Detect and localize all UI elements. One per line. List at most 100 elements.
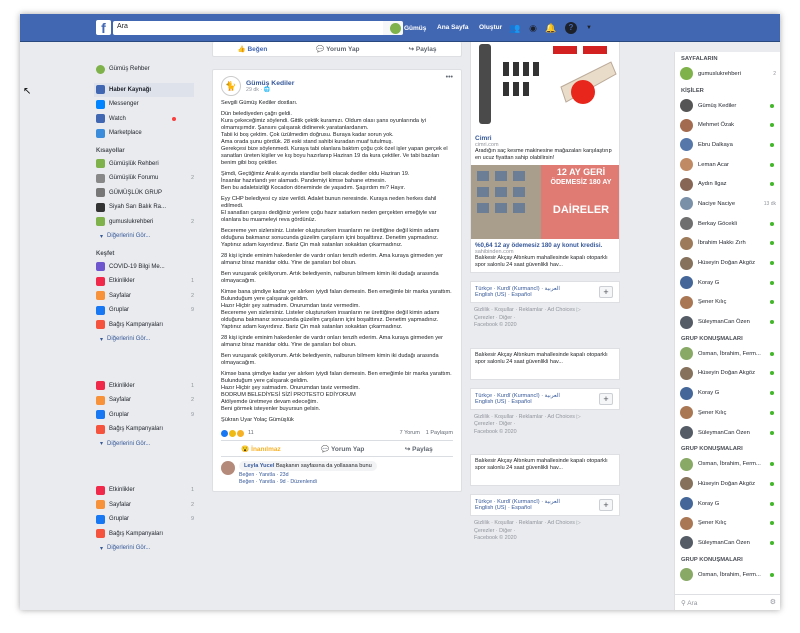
footer-links-2[interactable]: Çerezler · Diğer · bbox=[474, 421, 616, 429]
chat-contact[interactable]: Hüseyin Doğan Akgöz bbox=[675, 364, 780, 384]
share-button[interactable]: ↪ Paylaş bbox=[405, 445, 433, 453]
language-list-2[interactable]: English (US) · Español bbox=[475, 292, 615, 298]
footer-links[interactable]: Gizlilik · Koşullar · Reklamlar · Ad Cho… bbox=[474, 520, 616, 528]
sidebar-item-explore-b-1[interactable]: Sayfalar 2 bbox=[94, 393, 194, 408]
chat-contact[interactable]: Şener Kılıç bbox=[675, 513, 780, 533]
help-icon[interactable]: ? bbox=[565, 22, 577, 34]
ad-title[interactable]: Cimri bbox=[475, 135, 615, 142]
comment-author[interactable]: Leyla Yucel bbox=[244, 463, 274, 469]
ad-fragment-2[interactable]: Balıkesir Akçay Altınkum mahallesinde ka… bbox=[470, 454, 620, 486]
sidebar-item-shortcut-1[interactable]: Gümüşlük Forumu 2 bbox=[94, 171, 194, 186]
comment-button[interactable]: 💬 Yorum Yap bbox=[316, 45, 359, 53]
post-options-icon[interactable]: ••• bbox=[446, 74, 453, 81]
reaction-button[interactable]: 😮 İnanılmaz bbox=[241, 445, 281, 453]
facebook-logo-icon[interactable]: f bbox=[96, 20, 111, 35]
commenter-avatar[interactable] bbox=[221, 461, 235, 475]
language-list-2[interactable]: English (US) · Español bbox=[475, 399, 615, 405]
share-count[interactable]: 1 Paylaşım bbox=[426, 430, 453, 436]
chat-contact[interactable]: İbrahim Hakkı Zırh bbox=[675, 234, 780, 254]
sidebar-item-main-2[interactable]: Watch bbox=[94, 112, 194, 127]
ad-fragment[interactable]: Balıkesir Akçay Altınkum mahallesinde ka… bbox=[470, 347, 620, 380]
chat-contact[interactable]: Naciye Naciye 13 dk bbox=[675, 194, 780, 214]
chat-contact[interactable]: Osman, İbrahim, Ferm... bbox=[675, 565, 780, 585]
sidebar-item-explore-4[interactable]: Bağış Kampanyaları bbox=[94, 318, 194, 333]
post-author[interactable]: Gümüş Kediler bbox=[246, 80, 294, 87]
see-more-explore-2[interactable]: ▾ Diğerlerini Gör... bbox=[94, 437, 194, 452]
sidebar-item-explore-c-2[interactable]: Gruplar 9 bbox=[94, 512, 194, 527]
comment-button[interactable]: 💬 Yorum Yap bbox=[321, 445, 364, 453]
sidebar-item-explore-2[interactable]: Sayfalar 2 bbox=[94, 289, 194, 304]
chat-contact[interactable]: Mehmet Özak bbox=[675, 115, 780, 135]
chat-contact[interactable]: SüleymanCan Özen bbox=[675, 533, 780, 553]
chat-contact[interactable]: Koray G bbox=[675, 494, 780, 514]
language-list-2[interactable]: English (US) · Español bbox=[475, 505, 615, 511]
reaction-summary[interactable]: 11 7 Yorum 1 Paylaşım bbox=[221, 428, 453, 438]
comment-count[interactable]: 7 Yorum bbox=[400, 430, 420, 436]
sidebar-item-shortcut-0[interactable]: Gümüşlük Rehberi bbox=[94, 157, 194, 172]
chat-contact[interactable]: Koray G bbox=[675, 383, 780, 403]
sidebar-item-shortcut-4[interactable]: gumuslukrehberi 2 bbox=[94, 215, 194, 230]
ad-image[interactable] bbox=[471, 42, 619, 132]
chat-contact[interactable]: Şener Kılıç bbox=[675, 293, 780, 313]
sidebar-item-main-1[interactable]: Messenger bbox=[94, 97, 194, 112]
sponsored-ad[interactable]: Cimri cimri.com Aradığın saç kesme makin… bbox=[470, 42, 620, 273]
post-time[interactable]: 29 dk bbox=[246, 87, 259, 93]
account-menu-chevron-down-icon[interactable]: ▼ bbox=[583, 22, 595, 34]
footer-links-2[interactable]: Çerezler · Diğer · bbox=[474, 528, 616, 536]
sidebar-item-main-0[interactable]: Haber Kaynağı bbox=[94, 82, 194, 97]
footer-links-2[interactable]: Çerezler · Diğer · bbox=[474, 315, 616, 323]
see-more-explore[interactable]: ▾ Diğerlerini Gör... bbox=[94, 332, 194, 347]
sidebar-item-explore-c-3[interactable]: Bağış Kampanyaları bbox=[94, 527, 194, 542]
sidebar-item-explore-c-0[interactable]: Etkinlikler 1 bbox=[94, 483, 194, 498]
sidebar-item-explore-0[interactable]: COVID-19 Bilgi Me... bbox=[94, 260, 194, 275]
see-more-shortcuts[interactable]: ▾ Diğerlerini Gör... bbox=[94, 229, 194, 244]
chat-contact[interactable]: Aydın Ilgaz bbox=[675, 174, 780, 194]
sidebar-item-explore-c-1[interactable]: Sayfalar 2 bbox=[94, 498, 194, 513]
see-more-explore-3[interactable]: ▾ Diğerlerini Gör... bbox=[94, 541, 194, 556]
messenger-icon[interactable]: ◉ bbox=[527, 22, 539, 34]
chat-contact[interactable]: Osman, İbrahim, Ferm... bbox=[675, 454, 780, 474]
chat-contact[interactable]: Osman, İbrahim, Ferm... bbox=[675, 344, 780, 364]
sidebar-profile[interactable]: Gümüş Rehber bbox=[94, 62, 194, 77]
share-button[interactable]: ↪ Paylaş bbox=[409, 45, 437, 53]
sidebar-item-explore-b-3[interactable]: Bağış Kampanyaları bbox=[94, 422, 194, 437]
add-language-button[interactable]: + bbox=[599, 286, 613, 298]
sidebar-item-explore-b-0[interactable]: Etkinlikler 1 bbox=[94, 379, 194, 394]
sidebar-item-label: Siyah Sarı Balık Ra... bbox=[109, 204, 167, 211]
sidebar-item-explore-3[interactable]: Gruplar 9 bbox=[94, 303, 194, 318]
ad-title-2[interactable]: %0,64 12 ay ödemesiz 180 ay konut kredis… bbox=[475, 242, 615, 249]
chat-search-input[interactable]: ⚲ Ara ⚙ bbox=[675, 594, 780, 610]
sidebar-item-main-3[interactable]: Marketplace bbox=[94, 126, 194, 141]
chat-contact[interactable]: SüleymanCan Özen bbox=[675, 423, 780, 443]
search-input[interactable]: Ara bbox=[113, 21, 383, 35]
sidebar-item-explore-1[interactable]: Etkinlikler 1 bbox=[94, 274, 194, 289]
footer-links[interactable]: Gizlilik · Koşullar · Reklamlar · Ad Cho… bbox=[474, 307, 616, 315]
share-label: Paylaş bbox=[412, 445, 433, 453]
notifications-icon[interactable]: 🔔 bbox=[545, 22, 557, 34]
chat-contact[interactable]: Ebru Dalkaya bbox=[675, 135, 780, 155]
chat-contact[interactable]: Hüseyin Doğan Akgöz bbox=[675, 474, 780, 494]
chat-page-item[interactable]: gumuslukrehberi 2 bbox=[675, 64, 780, 84]
chat-settings-icon[interactable]: ⚙ bbox=[770, 598, 776, 606]
chat-contact[interactable]: Hüseyin Doğan Akgöz bbox=[675, 253, 780, 273]
sidebar-item-shortcut-3[interactable]: Siyah Sarı Balık Ra... bbox=[94, 200, 194, 215]
sidebar-item-explore-b-2[interactable]: Gruplar 9 bbox=[94, 408, 194, 423]
comment-actions[interactable]: Beğen · Yanıtla · 23d bbox=[239, 472, 377, 478]
home-link[interactable]: Ana Sayfa bbox=[437, 24, 468, 31]
page-avatar[interactable]: 🐈 bbox=[221, 76, 241, 96]
chat-contact[interactable]: Koray G bbox=[675, 273, 780, 293]
add-language-button[interactable]: + bbox=[599, 392, 613, 405]
comment-actions-2[interactable]: Beğen · Yanıtla · 9d · Düzenlendi bbox=[239, 479, 377, 485]
footer-links[interactable]: Gizlilik · Koşullar · Reklamlar · Ad Cho… bbox=[474, 414, 616, 422]
profile-link[interactable]: Gümüş bbox=[390, 23, 426, 34]
chat-contact[interactable]: Leman Acar bbox=[675, 155, 780, 175]
chat-contact[interactable]: Berkay Göcekli bbox=[675, 214, 780, 234]
like-button[interactable]: 👍 Beğen bbox=[238, 45, 268, 53]
chat-contact[interactable]: Gümüş Kediler bbox=[675, 96, 780, 116]
create-link[interactable]: Oluştur bbox=[479, 24, 502, 31]
add-language-button[interactable]: + bbox=[599, 499, 613, 511]
chat-contact[interactable]: Şener Kılıç bbox=[675, 403, 780, 423]
friends-icon[interactable]: 👥 bbox=[509, 22, 521, 34]
chat-contact[interactable]: SüleymanCan Özen bbox=[675, 312, 780, 332]
sidebar-item-shortcut-2[interactable]: GÜMÜŞLÜK GRUP bbox=[94, 186, 194, 201]
